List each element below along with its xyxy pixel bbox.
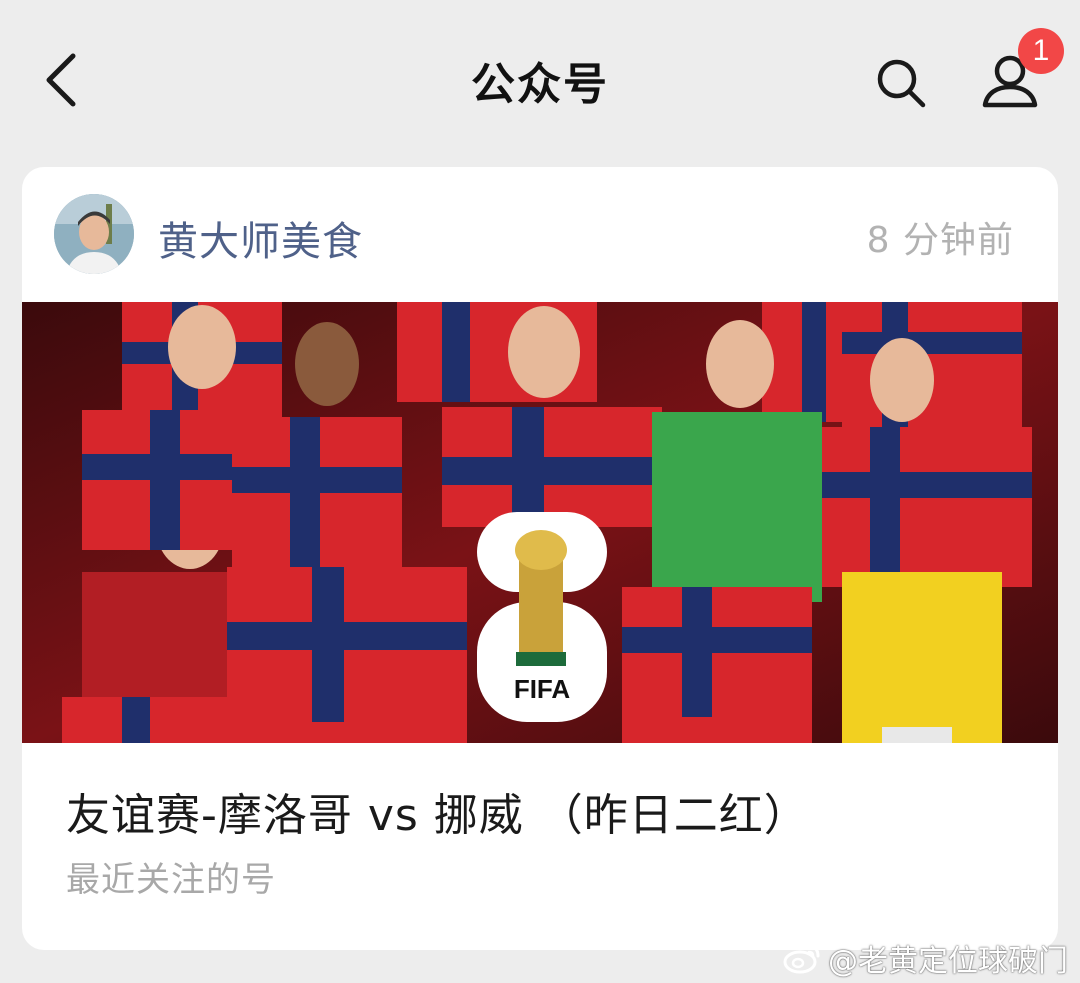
- search-button[interactable]: [870, 52, 932, 114]
- notification-badge: 1: [1018, 28, 1064, 74]
- account-name[interactable]: 黄大师美食: [158, 209, 363, 267]
- article-title[interactable]: 友谊赛-摩洛哥 vs 挪威 （昨日二红）: [66, 779, 809, 843]
- post-time: 8 分钟前: [866, 220, 1014, 261]
- world-cup-logo: FIFA: [477, 512, 607, 722]
- card-header: 黄大师美食 8 分钟前: [22, 167, 1058, 302]
- article-card[interactable]: 黄大师美食 8 分钟前 FIFA 友谊赛-摩洛哥 vs 挪威 （昨日二红） 最近…: [22, 167, 1058, 950]
- watermark: @老黄定位球破门: [782, 936, 1068, 980]
- top-bar: 公众号 1: [0, 0, 1080, 165]
- account-avatar[interactable]: [54, 194, 134, 274]
- search-icon: [877, 59, 926, 108]
- cover-illustration: FIFA: [22, 302, 1058, 743]
- avatar-image: [54, 194, 134, 274]
- cover-image[interactable]: FIFA: [22, 302, 1058, 743]
- article-subtitle: 最近关注的号: [66, 860, 276, 900]
- weibo-icon: [783, 944, 820, 974]
- watermark-text: @老黄定位球破门: [828, 944, 1068, 979]
- fifa-label: FIFA: [514, 674, 571, 704]
